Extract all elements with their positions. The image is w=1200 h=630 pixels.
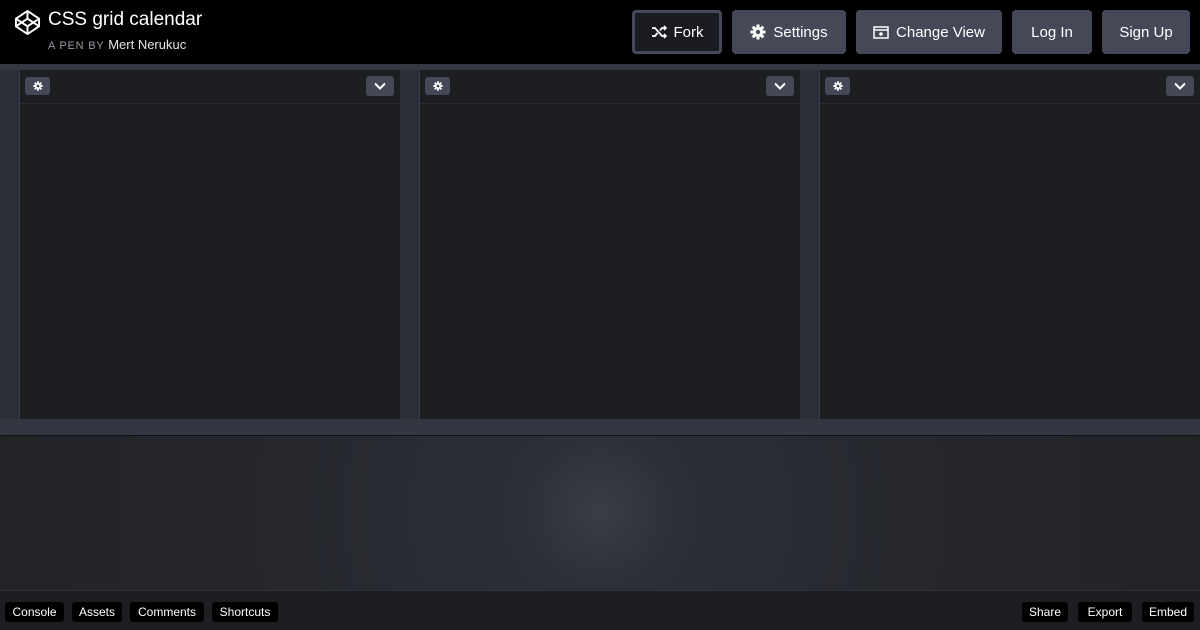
editor-html[interactable]	[20, 70, 400, 419]
change-view-button[interactable]: Change View	[856, 10, 1002, 54]
window-icon	[873, 25, 889, 39]
settings-label: Settings	[773, 23, 828, 41]
editor-js[interactable]	[820, 70, 1200, 419]
embed-button[interactable]: Embed	[1142, 602, 1194, 622]
editor-collapse-button[interactable]	[366, 76, 394, 96]
editor-header-css	[420, 70, 800, 104]
editor-resizer-css[interactable]	[400, 70, 420, 419]
editor-collapse-button[interactable]	[1166, 76, 1194, 96]
editor-settings-button[interactable]	[425, 77, 450, 95]
editor-settings-button[interactable]	[25, 77, 50, 95]
share-button[interactable]: Share	[1022, 602, 1068, 622]
console-button[interactable]: Console	[5, 602, 64, 622]
chevron-down-icon	[1174, 82, 1186, 90]
change-view-label: Change View	[896, 23, 985, 41]
gear-icon	[832, 81, 843, 91]
codepen-logo-icon[interactable]	[14, 9, 41, 36]
author-link[interactable]: Mert Nerukuc	[108, 37, 186, 52]
export-button[interactable]: Export	[1078, 602, 1132, 622]
gear-icon	[750, 24, 766, 40]
signup-button[interactable]: Sign Up	[1102, 10, 1190, 54]
fork-icon	[651, 25, 667, 39]
shortcuts-button[interactable]: Shortcuts	[212, 602, 278, 622]
editor-css[interactable]	[420, 70, 800, 419]
pen-footer: Console Assets Comments Shortcuts Share …	[0, 590, 1200, 630]
gear-icon	[432, 81, 443, 91]
editor-header-html	[20, 70, 400, 104]
settings-button[interactable]: Settings	[732, 10, 846, 54]
fork-button[interactable]: Fork	[632, 10, 722, 54]
preview-resizer[interactable]	[0, 419, 1200, 436]
login-button[interactable]: Log In	[1012, 10, 1092, 54]
editor-header-js	[820, 70, 1200, 104]
pen-title: CSS grid calendar	[48, 9, 203, 30]
editor-resizer-js[interactable]	[800, 70, 820, 419]
chevron-down-icon	[374, 82, 386, 90]
result-preview[interactable]	[0, 436, 1200, 590]
fork-label: Fork	[673, 23, 704, 41]
pen-byline: A PEN BY Mert Nerukuc	[48, 37, 186, 52]
editor-resizer-html[interactable]	[0, 70, 20, 419]
pen-header: CSS grid calendar A PEN BY Mert Nerukuc …	[0, 0, 1200, 64]
editor-settings-button[interactable]	[825, 77, 850, 95]
chevron-down-icon	[774, 82, 786, 90]
comments-button[interactable]: Comments	[130, 602, 204, 622]
editor-panes	[0, 70, 1200, 419]
byline-prefix: A PEN BY	[48, 40, 105, 52]
editor-collapse-button[interactable]	[766, 76, 794, 96]
assets-button[interactable]: Assets	[72, 602, 122, 622]
gear-icon	[32, 81, 43, 91]
